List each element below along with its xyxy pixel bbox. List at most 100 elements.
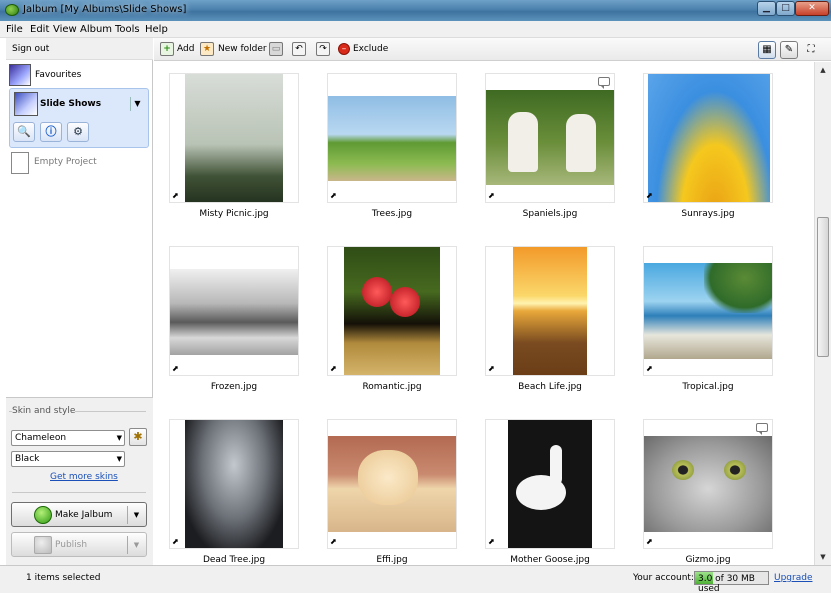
shortcut-icon: ⬈ — [330, 364, 337, 373]
image-thumbnail — [328, 96, 456, 181]
toolbar: + Add ★ New folder ▭ ↶ ↷ – Exclude ▦ ✎ ⛶ — [154, 38, 831, 61]
vertical-scrollbar[interactable]: ▲ ▼ — [814, 62, 831, 565]
scroll-up-icon[interactable]: ▲ — [815, 62, 831, 78]
publish-button[interactable]: Publish ▼ — [11, 532, 147, 557]
image-tile[interactable]: ⬈ — [327, 246, 457, 376]
image-thumbnail — [170, 269, 298, 355]
sign-out-link[interactable]: Sign out — [12, 44, 49, 54]
image-caption: Gizmo.jpg — [685, 555, 731, 565]
new-folder-icon[interactable]: ★ — [200, 42, 214, 56]
menu-bar: File Edit View Album Tools Help — [0, 21, 831, 38]
project-label: Empty Project — [34, 157, 97, 167]
image-thumbnail — [648, 74, 770, 202]
image-tile[interactable]: ⬈ — [485, 246, 615, 376]
image-tile[interactable]: ⬈ — [485, 73, 615, 203]
image-thumbnail — [185, 420, 283, 548]
comment-icon[interactable] — [756, 423, 768, 435]
shortcut-icon: ⬈ — [172, 537, 179, 546]
properties-button[interactable]: ⓘ — [40, 122, 62, 142]
project-label: Favourites — [35, 70, 82, 80]
image-thumbnail-detail — [724, 460, 746, 480]
skin-value: Chameleon — [15, 433, 67, 443]
project-empty[interactable]: Empty Project — [11, 152, 151, 174]
menu-edit[interactable]: Edit — [30, 24, 49, 35]
style-value: Black — [15, 454, 40, 464]
project-favourites[interactable]: Favourites — [9, 64, 149, 86]
add-button[interactable]: Add — [177, 44, 194, 54]
edit-view-icon[interactable]: ✎ — [780, 41, 798, 59]
menu-album[interactable]: Album — [80, 24, 112, 35]
shortcut-icon: ⬈ — [646, 364, 653, 373]
image-tile[interactable]: ⬈ — [485, 419, 615, 549]
image-caption: Romantic.jpg — [362, 382, 422, 392]
close-button[interactable]: ✕ — [795, 1, 829, 16]
add-icon[interactable]: + — [160, 42, 174, 56]
title-bar: Jalbum [My Albums\Slide Shows] ▁ □ ✕ — [0, 0, 831, 21]
slide-shows-thumbnail — [14, 92, 38, 116]
exclude-button[interactable]: Exclude — [353, 44, 388, 54]
chevron-down-icon: ▼ — [116, 455, 122, 463]
publish-label: Publish — [55, 540, 88, 550]
document-icon — [11, 152, 29, 174]
image-grid: ⬈ Misty Picnic.jpg ⬈ Trees.jpg ⬈ Spaniel… — [154, 62, 814, 565]
image-tile[interactable]: ⬈ — [169, 73, 299, 203]
preview-button[interactable]: 🔍 — [13, 122, 35, 142]
image-tile[interactable]: ⬈ — [643, 419, 773, 549]
shortcut-icon: ⬈ — [646, 537, 653, 546]
new-folder-button[interactable]: New folder — [218, 44, 267, 54]
scroll-thumb[interactable] — [817, 217, 829, 357]
info-icon: ⓘ — [45, 125, 57, 138]
image-tile[interactable]: ⬈ — [169, 246, 299, 376]
get-more-skins-link[interactable]: Get more skins — [50, 472, 118, 482]
image-tile[interactable]: ⬈ — [327, 419, 457, 549]
style-dropdown[interactable]: Black ▼ — [11, 451, 125, 467]
status-bar: 1 items selected Your account: 3.0 of 30… — [0, 565, 831, 593]
menu-file[interactable]: File — [6, 24, 23, 35]
maximize-button[interactable]: □ — [776, 1, 795, 16]
shortcut-icon: ⬈ — [488, 537, 495, 546]
chevron-down-icon[interactable]: ▼ — [127, 506, 145, 524]
sign-out-bar: Sign out — [6, 38, 153, 60]
image-caption: Mother Goose.jpg — [510, 555, 590, 565]
shortcut-icon: ⬈ — [330, 191, 337, 200]
menu-help[interactable]: Help — [145, 24, 168, 35]
menu-tools[interactable]: Tools — [115, 24, 140, 35]
project-slide-shows[interactable]: Slide Shows ▼ 🔍 ⓘ ⚙ — [9, 88, 149, 148]
image-tile[interactable]: ⬈ — [643, 246, 773, 376]
image-thumbnail-detail — [704, 263, 772, 313]
thumbnail-view-icon[interactable]: ▦ — [758, 41, 776, 59]
fullscreen-icon[interactable]: ⛶ — [802, 41, 820, 59]
image-caption: Sunrays.jpg — [681, 209, 735, 219]
image-thumbnail — [513, 247, 587, 375]
shortcut-icon: ⬈ — [488, 191, 495, 200]
settings-button[interactable]: ⚙ — [67, 122, 89, 142]
image-thumbnail — [644, 436, 772, 532]
chevron-down-icon[interactable]: ▼ — [130, 97, 144, 111]
rotate-right-icon[interactable]: ↷ — [316, 42, 330, 56]
image-tile[interactable]: ⬈ — [643, 73, 773, 203]
rotate-left-icon[interactable]: ↶ — [292, 42, 306, 56]
divider — [12, 492, 146, 493]
make-album-button[interactable]: Make Jalbum ▼ — [11, 502, 147, 527]
image-tile[interactable]: ⬈ — [327, 73, 457, 203]
image-caption: Tropical.jpg — [682, 382, 734, 392]
chevron-down-icon[interactable]: ▼ — [127, 536, 145, 554]
skin-dropdown[interactable]: Chameleon ▼ — [11, 430, 125, 446]
shortcut-icon: ⬈ — [172, 364, 179, 373]
exclude-icon[interactable]: – — [338, 43, 350, 55]
menu-view[interactable]: View — [53, 24, 77, 35]
skin-section-title: Skin and style — [9, 406, 146, 416]
image-tile[interactable]: ⬈ — [169, 419, 299, 549]
skin-settings-button[interactable]: ✱ — [129, 428, 147, 446]
upgrade-link[interactable]: Upgrade — [774, 573, 812, 583]
image-caption: Dead Tree.jpg — [202, 555, 266, 565]
scroll-down-icon[interactable]: ▼ — [815, 549, 831, 565]
image-thumbnail-detail — [362, 277, 392, 307]
minimize-button[interactable]: ▁ — [757, 1, 776, 16]
folder-up-icon[interactable]: ▭ — [269, 42, 283, 56]
favourites-thumbnail — [9, 64, 31, 86]
wrench-icon: ✱ — [133, 430, 143, 443]
image-thumbnail-detail — [566, 114, 596, 172]
window-title: Jalbum [My Albums\Slide Shows] — [23, 4, 187, 15]
comment-icon[interactable] — [598, 77, 610, 89]
